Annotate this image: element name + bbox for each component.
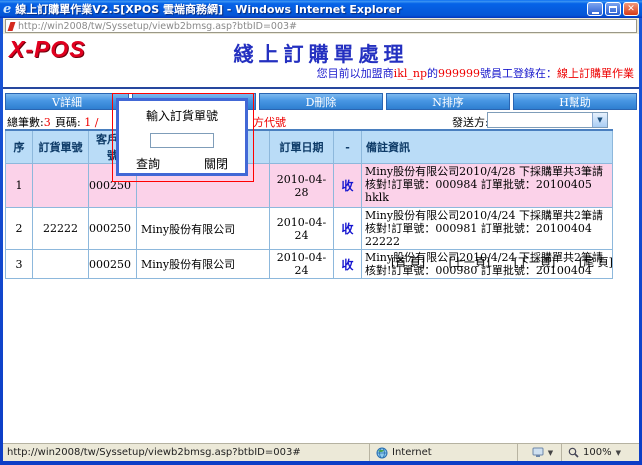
ie-logo-icon: e <box>3 2 11 17</box>
login-status-text: 的 <box>427 67 438 80</box>
cell-customer-name: Miny股份有限公司 <box>137 208 270 250</box>
security-zone-panel: Internet <box>369 444 517 461</box>
order-number-input[interactable] <box>150 133 214 148</box>
merchant-code: ikl_np <box>394 67 427 80</box>
page-status-icon <box>8 22 16 31</box>
table-row[interactable]: 2 22222 000250 Miny股份有限公司 2010-04-24 收 M… <box>6 208 613 250</box>
table-row[interactable]: 1 000250 2010-04-28 收 Miny股份有限公司2010/4/2… <box>6 164 613 208</box>
login-status-text: 您目前以加盟商 <box>317 67 394 80</box>
prev-page-link[interactable]: [上一頁] <box>449 254 491 270</box>
pagination: [首 頁] [上一頁] [下一頁] [尾 頁] <box>391 254 613 270</box>
dialog-query-button[interactable]: 查詢 <box>136 155 160 172</box>
address-bar: http://win2008/tw/Syssetup/viewb2bmsg.as… <box>3 18 639 34</box>
zone-label: Internet <box>392 447 432 458</box>
employee-number: 999999 <box>438 67 480 80</box>
chevron-down-icon: ▼ <box>548 449 553 457</box>
delete-button[interactable]: D刪除 <box>259 93 383 110</box>
status-url: http://win2008/tw/Syssetup/viewb2bmsg.as… <box>7 447 369 458</box>
protected-mode-panel[interactable]: ▼ <box>517 444 561 461</box>
first-page-link[interactable]: [首 頁] <box>391 254 425 270</box>
close-button[interactable]: ✕ <box>623 2 639 16</box>
col-remark[interactable]: 備註資訊 <box>362 130 613 164</box>
next-page-link[interactable]: [下一頁] <box>514 254 556 270</box>
cell-order-date: 2010-04-28 <box>270 164 334 208</box>
login-status: 您目前以加盟商ikl_np的999999號員工登錄在：線上訂購單作業 <box>317 65 634 81</box>
col-seq[interactable]: 序 <box>6 130 33 164</box>
login-status-text: 號員工登錄在： <box>480 67 557 80</box>
address-field[interactable]: http://win2008/tw/Syssetup/viewb2bmsg.as… <box>5 19 637 33</box>
col-order-no[interactable]: 訂貨單號 <box>33 130 89 164</box>
col-order-date[interactable]: 訂單日期 <box>270 130 334 164</box>
dialog-actions: 查詢 關閉 <box>119 155 245 172</box>
page-number: 頁碼: 1 / <box>55 114 98 130</box>
cell-order-date: 2010-04-24 <box>270 250 334 279</box>
minimize-button[interactable] <box>587 2 603 16</box>
zoom-control[interactable]: 100% ▼ <box>561 444 635 461</box>
maximize-button[interactable] <box>605 2 621 16</box>
help-button[interactable]: H幫助 <box>513 93 637 110</box>
module-name: 線上訂購單作業 <box>557 67 634 80</box>
dialog-close-button[interactable]: 關閉 <box>204 155 228 172</box>
window-controls: ✕ <box>587 2 639 16</box>
cell-seq: 3 <box>6 250 33 279</box>
cell-customer-name: Miny股份有限公司 <box>137 250 270 279</box>
toolbar: V詳細 D刪除 N排序 H幫助 <box>3 87 639 110</box>
chevron-down-icon[interactable]: ▼ <box>592 113 607 127</box>
cell-order-no <box>33 164 89 208</box>
chevron-down-icon: ▼ <box>616 449 621 457</box>
cell-order-date: 2010-04-24 <box>270 208 334 250</box>
cell-flag: 收 <box>334 164 362 208</box>
order-number-dialog: 輸入訂貨單號 查詢 關閉 <box>116 98 248 176</box>
sender-select[interactable]: ▼ <box>487 112 608 128</box>
zoom-level: 100% <box>583 447 612 458</box>
last-page-link[interactable]: [尾 頁] <box>579 254 613 270</box>
internet-globe-icon <box>376 447 388 459</box>
magnifier-icon <box>568 447 579 458</box>
title-bar: e 線上訂購單作業V2.5[XPOS 雲端商務網] - Windows Inte… <box>0 0 642 18</box>
page-content: X-POS 綫上訂購單處理 您目前以加盟商ikl_np的999999號員工登錄在… <box>3 34 639 443</box>
cell-customer-code: 000250 <box>89 250 137 279</box>
cell-order-no: 22222 <box>33 208 89 250</box>
cell-flag: 收 <box>334 208 362 250</box>
protected-mode-icon <box>532 447 544 458</box>
cell-flag: 收 <box>334 250 362 279</box>
cell-remark: Miny股份有限公司2010/4/28 下採購單共3筆請核對!訂單號：00098… <box>362 164 613 208</box>
obscured-hint-text: 方代號 <box>253 114 286 130</box>
col-flag[interactable]: - <box>334 130 362 164</box>
total-count: 總筆數:3 <box>7 114 51 130</box>
sort-button[interactable]: N排序 <box>386 93 510 110</box>
info-bar: 總筆數:3 頁碼: 1 / 方代號 發送方: ▼ <box>3 112 639 129</box>
detail-button[interactable]: V詳細 <box>5 93 129 110</box>
browser-window: e 線上訂購單作業V2.5[XPOS 雲端商務網] - Windows Inte… <box>0 0 642 465</box>
sender-label: 發送方: <box>452 114 489 130</box>
page-title: 綫上訂購單處理 <box>3 38 639 67</box>
cell-remark: Miny股份有限公司2010/4/24 下採購單共2筆請核對!訂單號：00098… <box>362 208 613 250</box>
address-url: http://win2008/tw/Syssetup/viewb2bmsg.as… <box>18 21 297 32</box>
window-title: 線上訂購單作業V2.5[XPOS 雲端商務網] - Windows Intern… <box>15 1 587 17</box>
cell-seq: 2 <box>6 208 33 250</box>
cell-order-no <box>33 250 89 279</box>
cell-customer-code: 000250 <box>89 208 137 250</box>
status-bar: http://win2008/tw/Syssetup/viewb2bmsg.as… <box>3 443 639 461</box>
dialog-title: 輸入訂貨單號 <box>119 107 245 124</box>
cell-seq: 1 <box>6 164 33 208</box>
table-header-row: 序 訂貨單號 客戶代號 客戶名稱 訂單日期 - 備註資訊 <box>6 130 613 164</box>
